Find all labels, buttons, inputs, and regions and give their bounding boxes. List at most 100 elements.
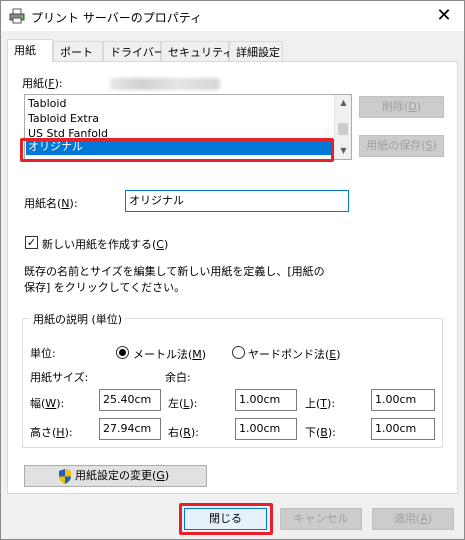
title-bar: プリント サーバーのプロパティ ✕ [1, 1, 464, 31]
create-new-form-label[interactable]: 新しい用紙を作成する(C) [42, 236, 168, 252]
uac-shield-icon [59, 469, 71, 484]
label-text: 上( [305, 397, 321, 410]
button-label: ) [416, 100, 422, 113]
left-margin-input[interactable]: 1.00cm [235, 389, 297, 411]
tab-label: 用紙 [14, 44, 36, 57]
save-form-button[interactable]: 用紙の保存(S) [359, 135, 444, 157]
tab-forms[interactable]: 用紙 [7, 39, 53, 62]
label-text: 用紙( [22, 77, 49, 90]
label-text: ): [54, 77, 63, 90]
close-icon: ✕ [436, 5, 452, 26]
label-text: ヤードポンド法( [248, 348, 330, 361]
create-new-form-checkbox[interactable]: ✓ [25, 236, 38, 249]
label-text: ) [201, 348, 207, 361]
tab-ports[interactable]: ポート [53, 41, 103, 61]
bottom-margin-label: 下(B): [305, 424, 336, 440]
delete-form-button[interactable]: 削除(D) [359, 96, 444, 118]
label-text: ): [327, 426, 336, 439]
label-text: ): [327, 397, 336, 410]
english-label[interactable]: ヤードポンド法(E) [248, 346, 341, 362]
access-key: A [420, 512, 428, 525]
list-item[interactable]: Tabloid Extra [26, 112, 334, 126]
access-key: M [192, 348, 202, 361]
access-key: C [156, 238, 164, 251]
top-margin-input[interactable]: 1.00cm [371, 389, 435, 411]
access-key: D [408, 100, 417, 113]
width-label: 幅(W): [30, 395, 64, 411]
label-text: ): [64, 426, 73, 439]
width-input[interactable]: 25.40cm [99, 389, 161, 411]
tab-security[interactable]: セキュリティ [161, 41, 233, 61]
button-label: ) [427, 512, 433, 525]
scroll-up-icon[interactable]: ▲ [335, 95, 351, 111]
list-item[interactable]: Tabloid [26, 97, 334, 111]
access-key: N [61, 197, 70, 210]
label-text: 新しい用紙を作成する( [42, 238, 157, 251]
button-label: 削除( [381, 100, 409, 113]
apply-button[interactable]: 適用(A) [372, 508, 454, 530]
form-name-input[interactable]: オリジナル [125, 190, 349, 212]
label-text: ) [336, 348, 341, 361]
label-text: 下( [305, 426, 321, 439]
bottom-margin-input[interactable]: 1.00cm [371, 418, 435, 440]
change-settings-label: 用紙設定の変更(G) [75, 466, 169, 486]
tab-advanced[interactable]: 詳細設定 [229, 41, 283, 61]
button-label: ) [432, 139, 437, 152]
forms-tab-panel: 用紙(F): Tabloid Tabloid Extra US Std Fanf… [7, 61, 458, 494]
tab-drivers[interactable]: ドライバー [103, 41, 165, 61]
label-text: 右( [168, 426, 184, 439]
instruction-text-line1: 既存の名前とサイズを編集して新しい用紙を定義し、[用紙の [24, 265, 325, 278]
tab-label: 詳細設定 [236, 46, 280, 59]
units-label: 単位: [30, 347, 56, 360]
tab-label: セキュリティ [168, 46, 234, 59]
height-input[interactable]: 27.94cm [99, 418, 161, 440]
top-margin-label: 上(T): [305, 395, 335, 411]
metric-label[interactable]: メートル法(M) [133, 346, 206, 362]
access-key: B [320, 426, 328, 439]
access-key: W [45, 397, 57, 410]
print-server-properties-dialog: プリント サーバーのプロパティ ✕ 用紙 ポート ドライバー セキュリティ 詳細… [0, 0, 465, 540]
scroll-thumb[interactable] [338, 123, 348, 135]
margins-label: 余白: [165, 371, 191, 384]
access-key: G [156, 469, 165, 482]
label-text: 用紙設定の変更( [75, 469, 157, 482]
cancel-button[interactable]: キャンセル [280, 508, 362, 530]
server-name-blurred [110, 78, 220, 90]
forms-on-label: 用紙(F): [22, 75, 63, 91]
tab-label: ドライバー [110, 46, 165, 59]
label-text: 用紙名( [24, 197, 62, 210]
list-item[interactable]: US Std Fanfold [26, 127, 334, 137]
label-text: 幅( [30, 397, 46, 410]
access-key: H [56, 426, 65, 439]
window-title: プリント サーバーのプロパティ [31, 11, 202, 25]
metric-radio[interactable] [116, 346, 129, 359]
access-key: R [183, 426, 191, 439]
label-text: ) [164, 469, 170, 482]
label-text: ): [189, 397, 198, 410]
printer-icon [9, 8, 25, 24]
group-title: 用紙の説明 (単位) [30, 311, 126, 327]
label-text: 高さ( [30, 426, 57, 439]
label-text: ): [69, 197, 78, 210]
label-text: メートル法( [133, 348, 193, 361]
annotation-highlight-close-button [179, 503, 273, 535]
change-form-settings-button[interactable]: 用紙設定の変更(G) [24, 465, 207, 487]
close-window-button[interactable]: ✕ [432, 4, 456, 28]
label-text: 左( [168, 397, 184, 410]
right-margin-input[interactable]: 1.00cm [235, 418, 297, 440]
right-margin-label: 右(R): [168, 424, 199, 440]
label-text: ): [56, 397, 65, 410]
form-name-label: 用紙名(N): [24, 195, 78, 211]
annotation-highlight-selected-form [20, 138, 334, 162]
height-label: 高さ(H): [30, 424, 73, 440]
scroll-down-icon[interactable]: ▼ [335, 143, 351, 159]
label-text: ) [163, 238, 169, 251]
instruction-text-line2: 保存] をクリックしてください。 [24, 281, 186, 294]
label-text: ): [190, 426, 199, 439]
listbox-scrollbar[interactable]: ▲ ▼ [334, 95, 351, 159]
left-margin-label: 左(L): [168, 395, 197, 411]
tab-label: ポート [60, 46, 93, 59]
english-radio[interactable] [232, 346, 245, 359]
button-label: 用紙の保存( [366, 139, 426, 152]
button-label: 適用( [393, 512, 421, 525]
